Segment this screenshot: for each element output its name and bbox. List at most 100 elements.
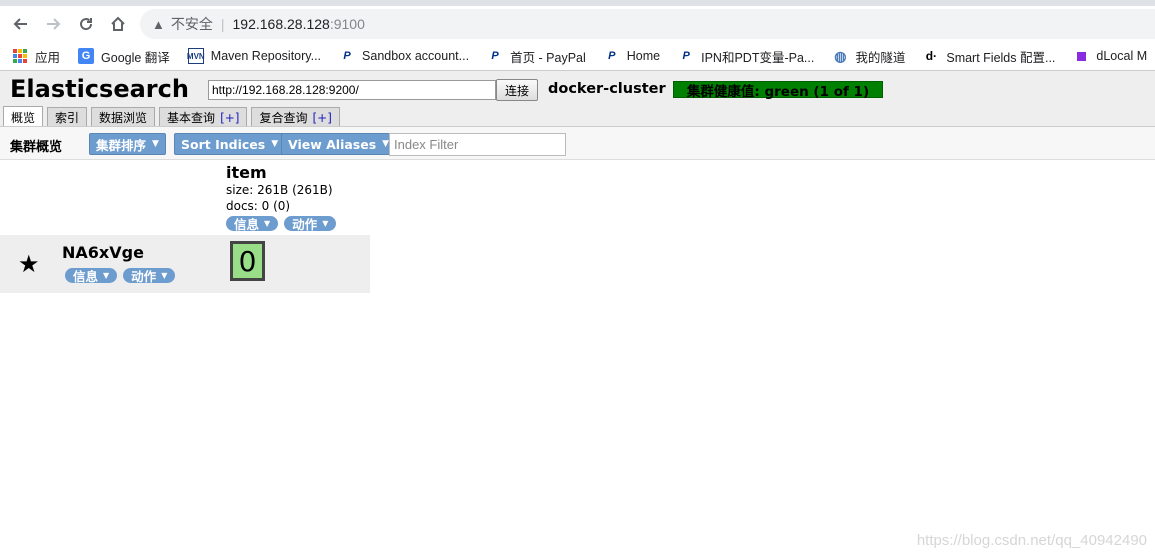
google-translate-icon: G — [78, 48, 95, 64]
tab-basic-query[interactable]: 基本查询 [+] — [159, 107, 248, 127]
overview-toolbar: 集群概览 集群排序 ▼ Sort Indices ▼ View Aliases ▼ — [0, 126, 1155, 160]
globe-icon: ◍ — [834, 47, 847, 64]
warning-icon: ▲ — [152, 16, 165, 32]
index-docs: docs: 0 (0) — [226, 199, 291, 213]
reload-icon — [80, 18, 93, 31]
caret-down-icon: ▼ — [322, 219, 329, 228]
bookmark-label: Google 翻译 — [101, 50, 170, 65]
back-button[interactable] — [10, 14, 32, 34]
tab-browser[interactable]: 数据浏览 — [91, 107, 156, 127]
bookmark-maven[interactable]: MVN Maven Repository... — [187, 48, 322, 64]
sort-indices-dropdown[interactable]: Sort Indices ▼ — [174, 133, 286, 155]
index-action-button[interactable]: 动作 ▼ — [284, 216, 337, 231]
index-size: size: 261B (261B) — [226, 183, 333, 197]
tab-compound-query[interactable]: 复合查询 [+] — [251, 107, 340, 127]
paypal-icon: P — [491, 50, 499, 62]
bookmark-label: Maven Repository... — [210, 49, 322, 63]
caret-down-icon: ▼ — [161, 271, 168, 280]
bookmarks-bar: 应用 G Google 翻译 MVN Maven Repository... P… — [0, 42, 1155, 70]
bookmark-sandbox[interactable]: P Sandbox account... — [339, 48, 469, 64]
node-name: NA6xVge — [62, 243, 144, 262]
tab-label: 概览 — [11, 110, 36, 125]
tab-plus[interactable]: [+] — [313, 111, 332, 125]
bookmark-label: dLocal M — [1096, 49, 1148, 63]
purple-square-icon — [1073, 48, 1089, 64]
caret-down-icon: ▼ — [271, 139, 279, 149]
index-column-header: item size: 261B (261B) docs: 0 (0) 信息 ▼ 动… — [226, 163, 342, 231]
bookmark-tunnel[interactable]: ◍ 我的隧道 — [832, 47, 905, 66]
tab-label: 索引 — [55, 111, 80, 125]
shard-box[interactable]: 0 — [230, 241, 265, 281]
omnibox[interactable]: ▲ 不安全 | 192.168.28.128:9100 — [140, 9, 1155, 39]
bookmark-label: Sandbox account... — [362, 49, 470, 63]
es-head-app: Elasticsearch 连接 docker-cluster 集群健康值: g… — [0, 70, 1155, 557]
index-info-button[interactable]: 信息 ▼ — [226, 216, 279, 231]
dropdown-label: 集群排序 — [96, 137, 147, 153]
maven-icon: MVN — [187, 48, 205, 64]
connection-url-input[interactable] — [208, 80, 496, 100]
forward-button[interactable] — [42, 14, 64, 34]
home-button[interactable] — [107, 14, 129, 34]
paypal-icon: P — [682, 50, 690, 62]
bookmark-label: 应用 — [35, 50, 61, 65]
pill-label: 信息 — [234, 217, 260, 231]
bookmark-google-translate[interactable]: G Google 翻译 — [78, 47, 170, 66]
apps-grid-icon — [12, 48, 28, 64]
tab-label: 数据浏览 — [99, 111, 148, 125]
paypal-icon: P — [608, 50, 616, 62]
node-action-button[interactable]: 动作 ▼ — [123, 268, 176, 283]
bookmark-label: IPN和PDT变量-Pa... — [701, 50, 815, 65]
back-arrow-icon — [13, 18, 27, 30]
url-port: :9100 — [329, 16, 365, 32]
dropdown-label: Sort Indices — [181, 136, 266, 152]
bookmark-label: 首页 - PayPal — [510, 50, 586, 65]
index-name: item — [226, 163, 267, 182]
caret-down-icon: ▼ — [152, 139, 159, 149]
address-bar-row: ▲ 不安全 | 192.168.28.128:9100 — [0, 6, 1155, 42]
tab-label: 复合查询 — [259, 111, 308, 125]
node-actions: 信息 ▼ 动作 ▼ — [65, 268, 181, 283]
pill-label: 动作 — [292, 217, 318, 231]
bookmark-paypal-home[interactable]: P 首页 - PayPal — [487, 47, 586, 66]
bookmark-apps[interactable]: 应用 — [12, 47, 60, 66]
sort-cluster-dropdown[interactable]: 集群排序 ▼ — [89, 133, 166, 155]
bookmark-label: Smart Fields 配置... — [946, 50, 1056, 65]
tab-plus[interactable]: [+] — [220, 111, 239, 125]
bookmark-label: Home — [626, 49, 661, 63]
bookmark-dlocal[interactable]: dLocal M — [1073, 48, 1147, 64]
node-row: ★ NA6xVge 信息 ▼ 动作 ▼ 0 — [0, 235, 370, 293]
app-title: Elasticsearch — [10, 75, 189, 103]
index-filter-input[interactable] — [389, 133, 566, 156]
pill-label: 信息 — [73, 269, 99, 283]
tab-indices[interactable]: 索引 — [47, 107, 88, 127]
master-node-star-icon: ★ — [18, 250, 40, 278]
home-icon — [111, 16, 125, 31]
bookmark-home[interactable]: P Home — [604, 48, 660, 64]
app-header: Elasticsearch 连接 docker-cluster 集群健康值: g… — [0, 70, 1155, 127]
insecure-label: 不安全 — [170, 16, 213, 32]
caret-down-icon: ▼ — [103, 271, 110, 280]
dropdown-label: View Aliases — [288, 136, 377, 152]
tab-bar: 概览 索引 数据浏览 基本查询 [+] 复合查询 [+] — [3, 106, 344, 127]
tab-overview[interactable]: 概览 — [3, 106, 44, 127]
dlocal-icon: d· — [925, 49, 938, 63]
watermark: https://blog.csdn.net/qq_40942490 — [916, 532, 1147, 549]
index-actions: 信息 ▼ 动作 ▼ — [226, 216, 342, 231]
pill-label: 动作 — [131, 269, 157, 283]
tab-label: 基本查询 — [167, 111, 216, 125]
caret-down-icon: ▼ — [264, 219, 271, 228]
bookmark-label: 我的隧道 — [855, 50, 906, 65]
connect-button[interactable]: 连接 — [496, 79, 538, 101]
cluster-name: docker-cluster — [548, 81, 666, 97]
forward-arrow-icon — [47, 18, 61, 30]
omnibox-separator: | — [220, 16, 225, 32]
view-aliases-dropdown[interactable]: View Aliases ▼ — [281, 133, 397, 155]
toolbar-title: 集群概览 — [10, 140, 63, 155]
bookmark-ipn[interactable]: P IPN和PDT变量-Pa... — [678, 47, 814, 66]
bookmark-smart-fields[interactable]: d· Smart Fields 配置... — [923, 47, 1056, 66]
node-info-button[interactable]: 信息 ▼ — [65, 268, 118, 283]
reload-button[interactable] — [75, 14, 97, 34]
paypal-icon: P — [343, 50, 351, 62]
url-host: 192.168.28.128 — [232, 16, 330, 32]
cluster-health-badge: 集群健康值: green (1 of 1) — [673, 81, 883, 100]
